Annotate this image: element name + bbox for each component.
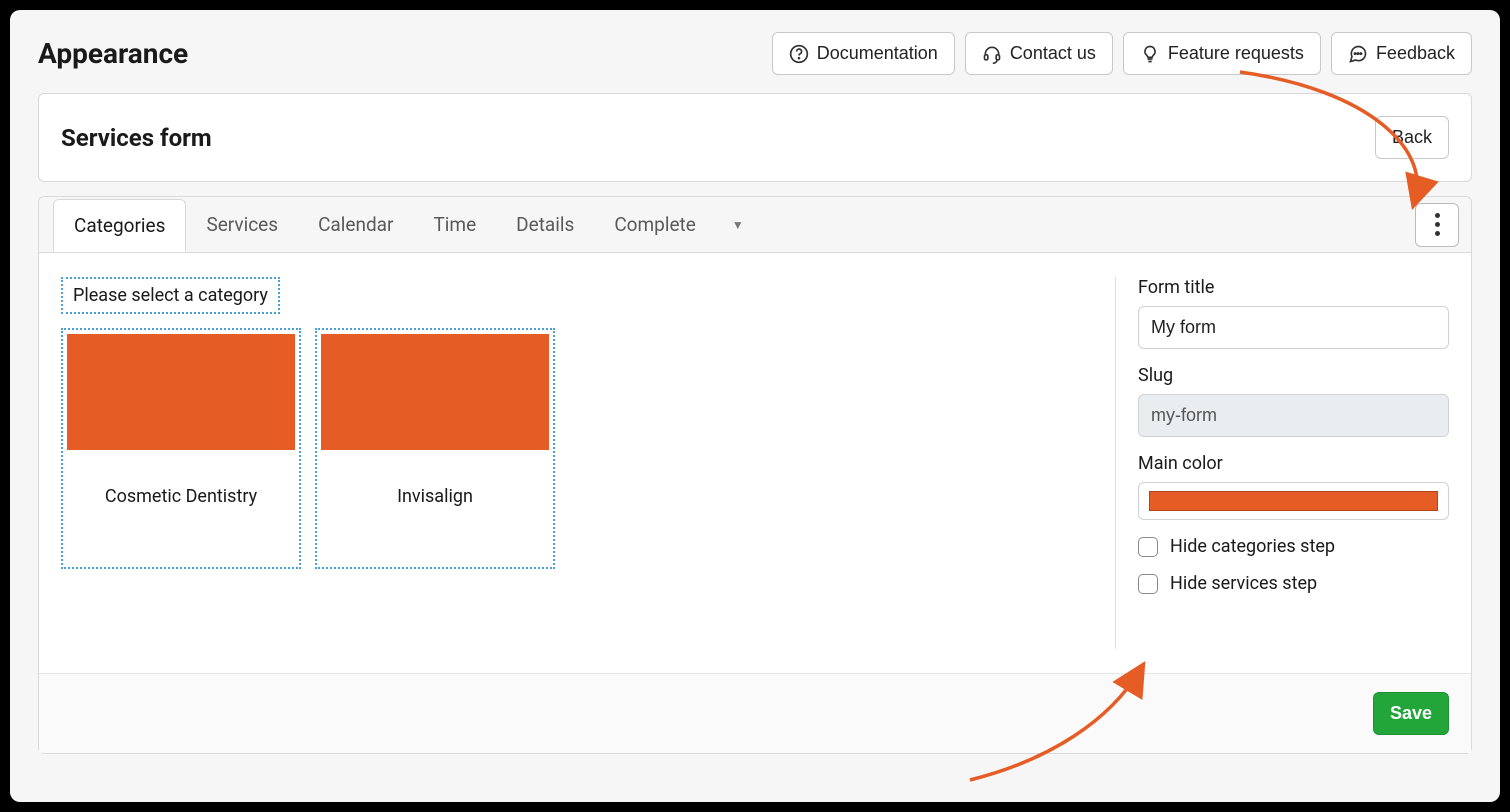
hide-services-checkbox[interactable]	[1138, 574, 1158, 594]
contact-button[interactable]: Contact us	[965, 32, 1113, 75]
hide-categories-label: Hide categories step	[1170, 536, 1335, 557]
tab-services[interactable]: Services	[186, 199, 298, 250]
panel-body: Please select a category Cosmetic Dentis…	[39, 253, 1471, 673]
main-color-input[interactable]	[1138, 482, 1449, 520]
services-form-panel: Services form Back	[38, 93, 1472, 182]
category-hint: Please select a category	[61, 277, 280, 314]
tab-time[interactable]: Time	[413, 199, 496, 250]
tabs-bar: Categories Services Calendar Time Detail…	[39, 197, 1471, 253]
help-circle-icon	[789, 44, 809, 64]
category-label: Cosmetic Dentistry	[67, 450, 295, 563]
hide-categories-checkbox[interactable]	[1138, 537, 1158, 557]
feedback-button[interactable]: Feedback	[1331, 32, 1472, 75]
form-title-label: Form title	[1138, 277, 1449, 298]
footer-bar: Save	[39, 673, 1471, 753]
back-label: Back	[1392, 127, 1432, 148]
lightbulb-icon	[1140, 44, 1160, 64]
category-card-cosmetic-dentistry[interactable]: Cosmetic Dentistry	[61, 328, 301, 569]
tab-complete[interactable]: Complete	[594, 199, 716, 250]
category-label: Invisalign	[321, 450, 549, 563]
feature-requests-label: Feature requests	[1168, 43, 1304, 64]
panel-title: Services form	[61, 124, 212, 152]
documentation-label: Documentation	[817, 43, 938, 64]
contact-label: Contact us	[1010, 43, 1096, 64]
slug-input[interactable]	[1138, 394, 1449, 437]
main-color-label: Main color	[1138, 453, 1449, 474]
categories-preview: Please select a category Cosmetic Dentis…	[61, 277, 1091, 649]
documentation-button[interactable]: Documentation	[772, 32, 955, 75]
tab-details[interactable]: Details	[496, 199, 594, 250]
header-actions: Documentation Contact us Feature request…	[772, 32, 1472, 75]
page-header: Appearance Documentation Contact us Feat…	[10, 10, 1500, 93]
save-label: Save	[1390, 703, 1432, 724]
page-title: Appearance	[38, 37, 188, 70]
more-options-button[interactable]	[1415, 203, 1459, 247]
category-card-invisalign[interactable]: Invisalign	[315, 328, 555, 569]
feature-requests-button[interactable]: Feature requests	[1123, 32, 1321, 75]
save-button[interactable]: Save	[1373, 692, 1449, 735]
chat-icon	[1348, 44, 1368, 64]
tabs-dropdown-caret[interactable]: ▼	[716, 218, 760, 232]
slug-label: Slug	[1138, 365, 1449, 386]
tabs-panel: Categories Services Calendar Time Detail…	[38, 196, 1472, 754]
tab-calendar[interactable]: Calendar	[298, 199, 413, 250]
form-settings: Form title Slug Main color Hide categori…	[1115, 277, 1449, 649]
feedback-label: Feedback	[1376, 43, 1455, 64]
back-button[interactable]: Back	[1375, 116, 1449, 159]
form-title-input[interactable]	[1138, 306, 1449, 349]
headset-icon	[982, 44, 1002, 64]
category-swatch	[321, 334, 549, 450]
hide-services-label: Hide services step	[1170, 573, 1317, 594]
category-swatch	[67, 334, 295, 450]
kebab-icon	[1435, 213, 1440, 236]
color-swatch	[1149, 491, 1438, 511]
tab-categories[interactable]: Categories	[53, 199, 186, 252]
